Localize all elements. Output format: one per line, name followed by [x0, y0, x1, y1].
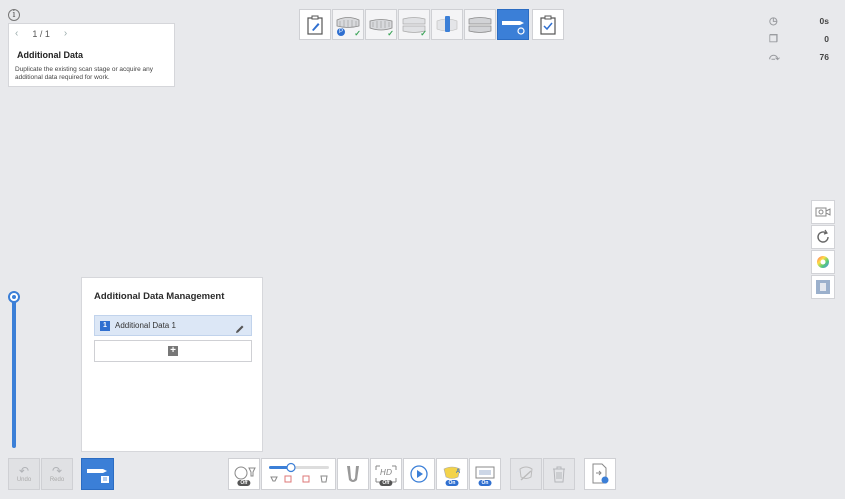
add-data-button[interactable]: + — [94, 340, 252, 362]
file-export-icon — [592, 463, 609, 484]
undo-button[interactable]: ↶ Undo — [8, 458, 40, 490]
hd-mode-button[interactable]: HD Off — [370, 458, 402, 490]
smart-filter-button[interactable]: Off — [228, 458, 260, 490]
prev-page-icon[interactable]: ‹ — [15, 28, 18, 39]
plus-icon: + — [168, 346, 178, 356]
clipboard-check-icon — [540, 15, 556, 35]
camera-icon — [815, 207, 831, 217]
camera-view-button[interactable] — [811, 200, 835, 224]
undo-redo-group: ↶ Undo ↷ Redo — [8, 458, 73, 490]
next-page-icon[interactable]: › — [64, 28, 67, 39]
stage-upper-jaw[interactable]: P ✓ — [332, 9, 364, 40]
info-icon[interactable]: i — [8, 9, 20, 21]
stat-copies-value: 0 — [824, 34, 829, 44]
frames-icon: ⤼ — [769, 51, 780, 63]
clipboard-edit-icon — [307, 15, 323, 35]
tray-mode-button[interactable] — [337, 458, 369, 490]
bottom-toolbar: Off HD Off A On On — [228, 458, 616, 490]
stat-time: ◷ 0s — [769, 12, 829, 30]
guide-title: Additional Data — [17, 50, 84, 60]
tray-icon — [347, 466, 359, 482]
filter-slider-icon — [268, 462, 329, 483]
lock-area-button[interactable] — [510, 458, 542, 490]
pre-op-badge-icon: P — [337, 28, 345, 36]
mono-view-button[interactable] — [811, 275, 835, 299]
lock-tooth-icon — [519, 466, 533, 481]
scanner-icon — [502, 20, 525, 35]
stage-review[interactable] — [532, 9, 564, 40]
stat-frames-value: 76 — [819, 52, 829, 62]
undo-label: Undo — [16, 477, 32, 483]
scan-stats: ◷ 0s ❐ 0 ⤼ 76 — [769, 12, 829, 66]
additional-data-item[interactable]: 1 Additional Data 1 — [94, 315, 252, 336]
guide-description: Duplicate the existing scan stage or acq… — [15, 66, 154, 81]
stat-time-value: 0s — [819, 16, 829, 26]
clock-icon: ◷ — [769, 15, 778, 27]
ai-scan-button[interactable]: A On — [436, 458, 468, 490]
additional-data-management-panel: Additional Data Management 1 Additional … — [81, 277, 263, 452]
scanner-list-icon — [86, 469, 109, 483]
delete-button[interactable] — [543, 458, 575, 490]
mono-view-icon — [816, 280, 830, 294]
svg-text:HD: HD — [380, 468, 392, 477]
ai-filter-button[interactable]: On — [469, 458, 501, 490]
guide-panel: ‹ 1 / 1 › Additional Data Duplicate the … — [8, 23, 175, 87]
stat-frames: ⤼ 76 — [769, 48, 829, 66]
rotate-icon — [817, 229, 829, 243]
item-number: 1 — [100, 320, 110, 331]
scan-depth-slider-knob[interactable] — [8, 291, 20, 303]
stage-lower-jaw[interactable]: ✓ — [365, 9, 397, 40]
stage-occlusion[interactable]: ✓ — [398, 9, 430, 40]
stage-abutment[interactable] — [431, 9, 463, 40]
stage-bar: P ✓ ✓ ✓ — [299, 9, 564, 40]
guide-pager: ‹ 1 / 1 › — [15, 28, 67, 39]
export-data-button[interactable] — [584, 458, 616, 490]
copy-icon: ❐ — [769, 33, 778, 45]
color-toggle-button[interactable] — [811, 250, 835, 274]
undo-icon: ↶ — [18, 464, 30, 478]
side-toolbar — [811, 200, 835, 299]
pre-op-jaw-icon — [468, 16, 492, 33]
stage-additional-data[interactable] — [497, 9, 529, 40]
pencil-icon[interactable] — [235, 321, 245, 339]
ai-scan-state: On — [445, 480, 459, 486]
play-icon — [410, 465, 428, 483]
check-icon: ✓ — [420, 29, 427, 38]
page-indicator: 1 / 1 — [32, 28, 50, 39]
smart-filter-state: Off — [237, 480, 251, 486]
play-button[interactable] — [403, 458, 435, 490]
panel-title: Additional Data Management — [94, 291, 225, 302]
abutment-icon — [436, 15, 458, 32]
check-icon: ✓ — [354, 29, 361, 38]
redo-label: Redo — [49, 477, 65, 483]
redo-icon: ↷ — [51, 464, 63, 478]
stat-copies: ❐ 0 — [769, 30, 829, 48]
stage-case-form[interactable] — [299, 9, 331, 40]
rotate-button[interactable] — [811, 225, 835, 249]
hd-state: Off — [379, 480, 393, 486]
scan-depth-slider-track[interactable] — [12, 296, 16, 448]
stage-pre-op[interactable] — [464, 9, 496, 40]
check-icon: ✓ — [387, 29, 394, 38]
scanner-data-button[interactable] — [81, 458, 114, 490]
trash-icon — [553, 466, 565, 483]
ai-filter-state: On — [478, 480, 492, 486]
redo-button[interactable]: ↷ Redo — [41, 458, 73, 490]
filter-level-slider[interactable] — [261, 458, 336, 490]
item-label: Additional Data 1 — [115, 321, 176, 330]
color-wheel-icon — [817, 256, 829, 268]
